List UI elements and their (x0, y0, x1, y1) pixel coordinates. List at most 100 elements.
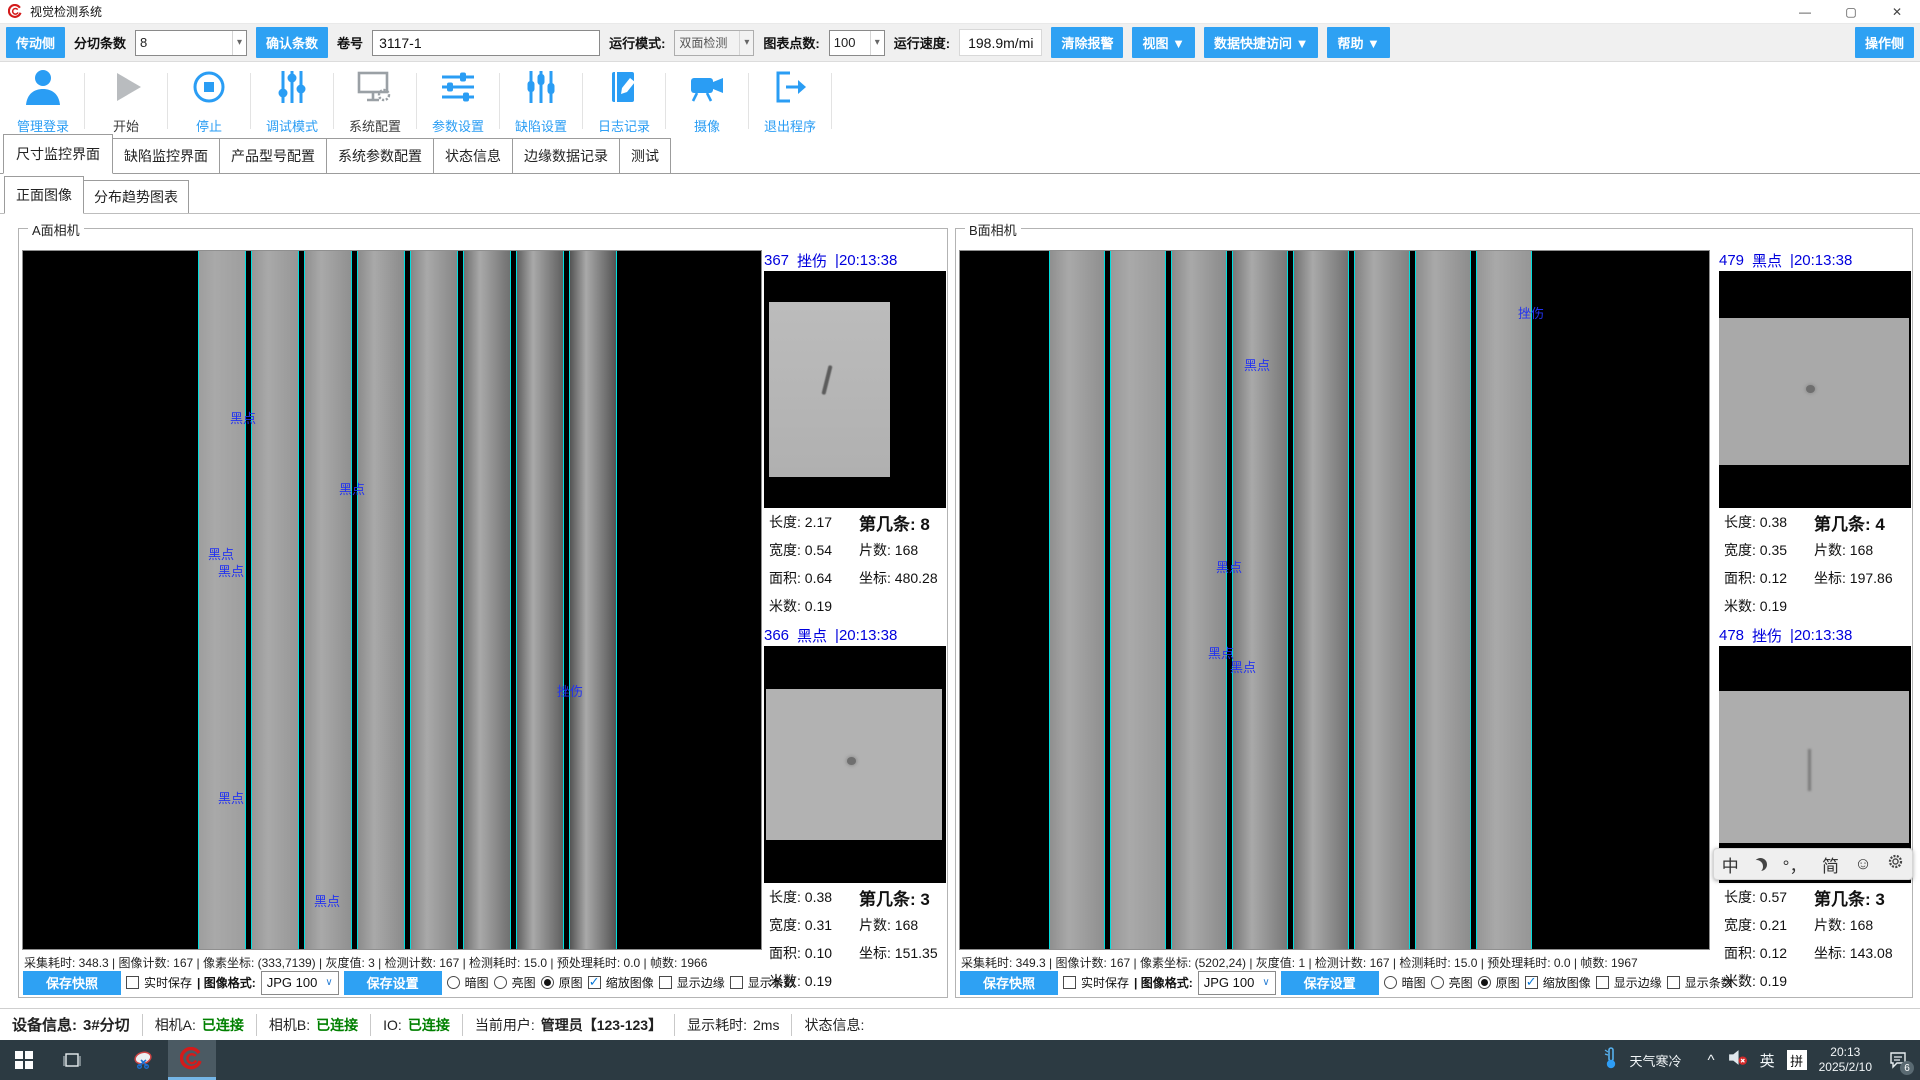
show-edge-checkbox[interactable] (1596, 976, 1609, 989)
hidden-icons-chevron[interactable]: ^ (1708, 1052, 1715, 1069)
parameter-settings-button[interactable]: 参数设置 (417, 66, 499, 136)
defect-card[interactable]: 478 挫伤 |20:13:38 长度: 0.57 第几条: 3 宽度: 0.2… (1719, 625, 1911, 995)
ime-indicator[interactable]: 拼 (1787, 1050, 1807, 1070)
display-time-label: 显示耗时: (687, 1015, 747, 1035)
start-button[interactable]: 开始 (85, 66, 167, 136)
sliders-vertical-icon (519, 67, 563, 112)
taskbar-clock[interactable]: 20:13 2025/2/10 (1819, 1045, 1872, 1075)
defect-area: 0.12 (1760, 945, 1787, 961)
tab-system-param-config[interactable]: 系统参数配置 (326, 138, 434, 173)
tab-status-info[interactable]: 状态信息 (433, 138, 513, 173)
camera-b-status-value: 已连接 (316, 1015, 358, 1035)
user-icon (21, 67, 65, 112)
system-config-button[interactable]: 系统配置 (334, 66, 416, 136)
ime-punctuation-button[interactable]: °， (1783, 852, 1807, 877)
roll-number-input[interactable] (372, 30, 600, 56)
defect-time: |20:13:38 (835, 627, 897, 644)
display-time-value: 2ms (753, 1017, 779, 1033)
close-button[interactable]: ✕ (1874, 0, 1920, 24)
cut-strip (1049, 251, 1105, 949)
admin-login-button[interactable]: 管理登录 (2, 66, 84, 136)
defect-card[interactable]: 479 黑点 |20:13:38 长度: 0.38 第几条: 4 宽度: 0.3… (1719, 250, 1911, 620)
realtime-save-checkbox[interactable] (126, 976, 139, 989)
ime-chinese-mode-button[interactable]: 中 (1722, 852, 1739, 877)
clear-alarm-button[interactable]: 清除报警 (1051, 27, 1123, 58)
show-edge-checkbox[interactable] (659, 976, 672, 989)
io-status-label: IO: (383, 1017, 402, 1033)
minimize-button[interactable]: — (1782, 0, 1828, 24)
tab-product-model-config[interactable]: 产品型号配置 (219, 138, 327, 173)
defect-time: |20:13:38 (1790, 252, 1852, 269)
camera-a-status-value: 已连接 (202, 1015, 244, 1035)
status-info-label: 状态信息: (804, 1015, 864, 1035)
cut-strip (569, 251, 617, 949)
original-image-radio[interactable] (1478, 976, 1491, 989)
ime-simplified-button[interactable]: 简 (1822, 852, 1839, 877)
moon-icon[interactable] (1754, 858, 1767, 871)
notification-center-button[interactable]: 6 (1884, 1046, 1912, 1074)
log-record-button[interactable]: 日志记录 (583, 66, 665, 136)
defect-length: 0.57 (1760, 889, 1787, 905)
run-mode-select[interactable]: 双面检测 ▾ (674, 30, 754, 56)
tab-distribution-trend-chart[interactable]: 分布趋势图表 (83, 180, 189, 213)
zoom-image-checkbox[interactable] (1525, 976, 1538, 989)
cut-strip (251, 251, 299, 949)
stop-button[interactable]: 停止 (168, 66, 250, 136)
app-logo-icon (180, 1047, 204, 1071)
maximize-button[interactable]: ▢ (1828, 0, 1874, 24)
original-image-radio[interactable] (541, 976, 554, 989)
zoom-image-checkbox[interactable] (588, 976, 601, 989)
exit-program-button[interactable]: 退出程序 (749, 66, 831, 136)
save-settings-button[interactable]: 保存设置 (344, 971, 442, 995)
cut-strip (516, 251, 564, 949)
camera-b-stats: 采集耗时: 349.3 | 图像计数: 167 | 像素坐标: (5202,24… (961, 954, 1638, 971)
run-mode-label: 运行模式: (609, 33, 665, 52)
chart-points-select[interactable]: 100 ▾ (829, 30, 885, 56)
show-strip-count-checkbox[interactable] (1667, 976, 1680, 989)
confirm-count-button[interactable]: 确认条数 (256, 27, 328, 58)
weather-status[interactable]: 天气寒冷 (1630, 1051, 1682, 1070)
defect-width: 0.21 (1760, 917, 1787, 933)
bright-image-radio[interactable] (494, 976, 507, 989)
muted-speaker-icon[interactable] (1727, 1049, 1748, 1071)
tab-edge-data-record[interactable]: 边缘数据记录 (512, 138, 620, 173)
device-info-value: 3#分切 (83, 1014, 130, 1035)
data-quick-access-menu-button[interactable]: 数据快捷访问 ▼ (1204, 27, 1318, 58)
emoji-button[interactable]: ☺ (1854, 854, 1871, 874)
defect-meters: 0.19 (1760, 598, 1787, 614)
help-menu-button[interactable]: 帮助 ▼ (1327, 27, 1389, 58)
realtime-save-checkbox[interactable] (1063, 976, 1076, 989)
show-strip-count-checkbox[interactable] (730, 976, 743, 989)
operate-side-button[interactable]: 操作侧 (1855, 27, 1914, 58)
slit-count-select[interactable]: 8 ▾ (135, 30, 247, 56)
tab-size-monitor[interactable]: 尺寸监控界面 (3, 134, 113, 174)
snipping-tool-button[interactable] (120, 1040, 168, 1080)
app-logo-icon (8, 4, 23, 19)
debug-mode-button[interactable]: 调试模式 (251, 66, 333, 136)
bright-image-radio[interactable] (1431, 976, 1444, 989)
video-capture-button[interactable]: 摄像 (666, 66, 748, 136)
start-button[interactable] (0, 1040, 48, 1080)
drive-side-button[interactable]: 传动侧 (6, 27, 65, 58)
vision-app-taskbar-button[interactable] (168, 1040, 216, 1080)
defect-card[interactable]: 367 挫伤 |20:13:38 长度: 2.17 第几条: 8 宽度: 0.5… (764, 250, 946, 620)
defect-card[interactable]: 366 黑点 |20:13:38 长度: 0.38 第几条: 3 宽度: 0.3… (764, 625, 946, 995)
save-snapshot-button[interactable]: 保存快照 (960, 971, 1058, 995)
save-snapshot-button[interactable]: 保存快照 (23, 971, 121, 995)
dark-image-radio[interactable] (447, 976, 460, 989)
stop-icon (187, 67, 231, 112)
defect-marker-label: 黑点 (218, 561, 244, 580)
tab-test[interactable]: 测试 (619, 138, 671, 173)
dark-image-radio[interactable] (1384, 976, 1397, 989)
save-settings-button[interactable]: 保存设置 (1281, 971, 1379, 995)
ime-settings-gear-icon[interactable] (1887, 853, 1904, 875)
language-indicator[interactable]: 英 (1760, 1050, 1775, 1071)
tab-defect-monitor[interactable]: 缺陷监控界面 (112, 138, 220, 173)
image-format-select[interactable]: JPG 100 ∨ (261, 971, 339, 995)
task-view-button[interactable] (48, 1040, 96, 1080)
defect-settings-button[interactable]: 缺陷设置 (500, 66, 582, 136)
view-menu-button[interactable]: 视图 ▼ (1132, 27, 1194, 58)
image-format-select[interactable]: JPG 100 ∨ (1198, 971, 1276, 995)
tab-front-image[interactable]: 正面图像 (4, 176, 84, 214)
status-bar: 设备信息:3#分切 相机A:已连接 相机B:已连接 IO:已连接 当前用户:管理… (0, 1008, 1920, 1040)
